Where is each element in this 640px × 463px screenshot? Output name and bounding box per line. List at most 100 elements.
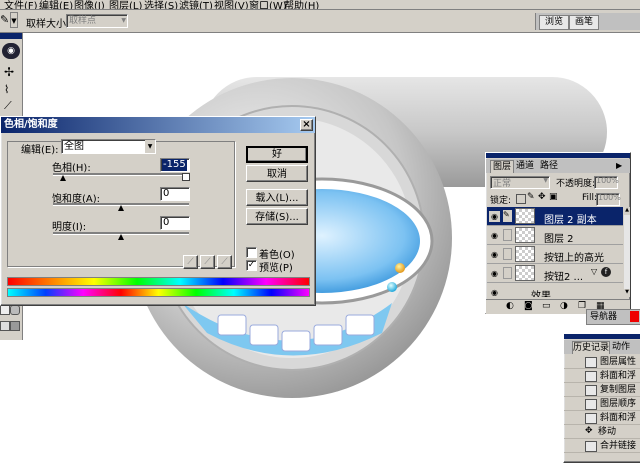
layer-row-1[interactable]: ◉ 图层 2 — [487, 226, 623, 245]
layer-row-2[interactable]: ◉ 按钮上的高光 — [487, 245, 623, 264]
lasso-tool-icon[interactable]: ⌇ — [4, 83, 9, 96]
edit-select[interactable]: 全图 ▼ — [61, 139, 156, 154]
menu-item-4[interactable]: 选择(S) — [144, 0, 178, 9]
history-step-icon — [585, 385, 597, 396]
lock-move-icon[interactable]: ✥ — [538, 192, 546, 202]
fill-input[interactable]: 100% — [596, 193, 621, 206]
layer-row-0[interactable]: ◉ ✎ 图层 2 副本 — [487, 207, 623, 226]
tab-history[interactable]: 历史记录 — [572, 341, 610, 354]
link-box[interactable] — [503, 248, 512, 260]
output-spectrum-bar — [7, 288, 310, 297]
quick-mask-icon[interactable] — [0, 305, 10, 315]
menu-item-8[interactable]: 帮助(H) — [284, 0, 319, 9]
layers-scrollbar[interactable]: ▲ ▼ — [624, 207, 630, 297]
move-tool-icon[interactable]: ◉ — [2, 43, 20, 59]
lock-paint-icon[interactable]: ✎ — [527, 192, 535, 202]
menu-item-7[interactable]: 窗口(W) — [249, 0, 287, 9]
link-box[interactable] — [503, 229, 512, 241]
layer-style-icon[interactable]: ◐ — [506, 301, 514, 311]
lock-transparency-icon[interactable] — [516, 194, 526, 204]
history-tab-bar: 历史记录 动作 — [564, 340, 640, 354]
new-layer-icon[interactable]: ❐ — [578, 301, 586, 311]
layer-thumbnail — [515, 208, 535, 224]
scroll-down-icon[interactable]: ▼ — [624, 289, 630, 297]
menu-item-0[interactable]: 文件(F) — [4, 0, 38, 9]
fill-label: Fill: — [582, 193, 598, 203]
tool-preset-icon[interactable]: ✎ — [0, 12, 10, 28]
lightness-input[interactable]: 0 — [160, 216, 190, 230]
menu-item-2[interactable]: 图像(I) — [74, 0, 105, 9]
history-step-icon — [585, 441, 597, 452]
history-step-icon — [585, 357, 597, 368]
lock-all-icon[interactable]: ▣ — [549, 192, 558, 202]
tab-paths[interactable]: 路径 — [538, 161, 560, 172]
link-box[interactable] — [503, 267, 512, 279]
menu-item-1[interactable]: 编辑(E) — [39, 0, 73, 9]
colorize-checkbox[interactable] — [246, 247, 257, 258]
history-item[interactable]: ✥ 移动 — [564, 426, 640, 439]
history-item[interactable]: 合并链接 — [564, 440, 640, 453]
preview-checkbox[interactable]: ✓ — [246, 260, 257, 271]
menu-item-6[interactable]: 视图(V) — [214, 0, 249, 9]
eye-icon[interactable]: ◉ — [489, 268, 500, 279]
history-panel: 历史记录 动作 图层属性 斜面和浮 复制图层 图层顺序 斜面和浮 ✥ 移动 合并链… — [563, 333, 640, 463]
collapse-triangle-icon[interactable]: ▽ — [591, 267, 597, 276]
magic-wand-tool-icon[interactable]: ✢ — [4, 65, 14, 79]
hue-slider-thumb[interactable] — [59, 175, 66, 181]
layer-row-3[interactable]: ◉ 按钮2 ... ▽ f — [487, 264, 623, 283]
layer-thumbnail — [515, 227, 535, 243]
hue-slider-track[interactable] — [53, 173, 189, 176]
blend-mode-select[interactable]: 正常 ▼ — [490, 176, 550, 189]
save-button[interactable]: 存储(S)... — [246, 208, 308, 225]
scroll-up-icon[interactable]: ▲ — [624, 207, 630, 215]
eyedropper-plus-icon[interactable]: ⟋ — [200, 255, 215, 269]
layer-effects-row[interactable]: ◉ 效果 — [487, 283, 623, 297]
navigator-close-icon[interactable] — [630, 311, 639, 322]
eye-icon[interactable]: ◉ — [489, 249, 500, 260]
cancel-button[interactable]: 取消 — [246, 165, 308, 182]
menu-item-3[interactable]: 图层(L) — [109, 0, 142, 9]
saturation-input[interactable]: 0 — [160, 187, 190, 201]
screen-mode-full-icon[interactable] — [10, 321, 20, 331]
history-item[interactable]: 图层属性 — [564, 356, 640, 369]
menu-bar: 文件(F) 编辑(E) 图像(I) 图层(L) 选择(S) 滤镜(T) 视图(V) 窗口(W)… — [0, 0, 640, 10]
close-button[interactable]: × — [300, 119, 313, 131]
history-list: 图层属性 斜面和浮 复制图层 图层顺序 斜面和浮 ✥ 移动 合并链接 — [564, 356, 640, 456]
history-item[interactable]: 斜面和浮 — [564, 412, 640, 425]
eye-icon[interactable]: ◉ — [489, 287, 500, 297]
hue-input[interactable]: -155 — [160, 158, 190, 172]
history-item[interactable]: 图层顺序 — [564, 398, 640, 411]
opacity-value: 100% — [596, 176, 619, 185]
eye-icon[interactable]: ◉ — [489, 211, 500, 222]
sample-size-select[interactable]: 取样点 ▼ — [66, 14, 128, 28]
menu-item-5[interactable]: 滤镜(T) — [179, 0, 213, 9]
lightness-slider-thumb[interactable] — [118, 234, 124, 240]
load-button[interactable]: 载入(L)... — [246, 189, 308, 206]
new-set-icon[interactable]: ▭ — [542, 301, 551, 311]
tab-actions[interactable]: 动作 — [612, 342, 638, 353]
eyedropper-icon[interactable]: ⟋ — [183, 255, 198, 269]
screen-mode-icon[interactable] — [0, 321, 10, 331]
palette-tab-browse[interactable]: 浏览 — [539, 15, 569, 30]
tab-layers[interactable]: 图层 — [490, 160, 514, 173]
palette-tab-brushes[interactable]: 画笔 — [569, 15, 599, 30]
history-step-icon — [585, 399, 597, 410]
tab-channels[interactable]: 通道 — [514, 161, 536, 172]
adjustment-layer-icon[interactable]: ◑ — [560, 301, 568, 311]
layers-tab-bar: 图层 通道 路径 ▶ — [486, 159, 630, 173]
chevron-down-icon: ▼ — [121, 17, 126, 24]
eyedropper-minus-icon[interactable]: ⟋ — [217, 255, 232, 269]
eye-icon[interactable]: ◉ — [489, 230, 500, 241]
tab-navigator[interactable]: 导航器 — [590, 311, 617, 323]
saturation-slider-thumb[interactable] — [118, 205, 124, 211]
panel-menu-arrow-icon[interactable]: ▶ — [616, 161, 622, 170]
opacity-input[interactable]: 100% — [594, 176, 619, 189]
sample-size-label: 取样大小: — [26, 19, 70, 30]
history-item[interactable]: 复制图层 — [564, 384, 640, 397]
mask-icon[interactable]: ◙ — [524, 301, 533, 311]
ok-button[interactable]: 好 — [246, 146, 308, 163]
tool-preset-dropdown[interactable]: ▼ — [10, 12, 18, 28]
history-item[interactable]: 斜面和浮 — [564, 370, 640, 383]
eyedropper-tool-icon[interactable]: ⟋ — [4, 99, 12, 113]
quick-mask-mode-icon[interactable] — [10, 305, 20, 315]
